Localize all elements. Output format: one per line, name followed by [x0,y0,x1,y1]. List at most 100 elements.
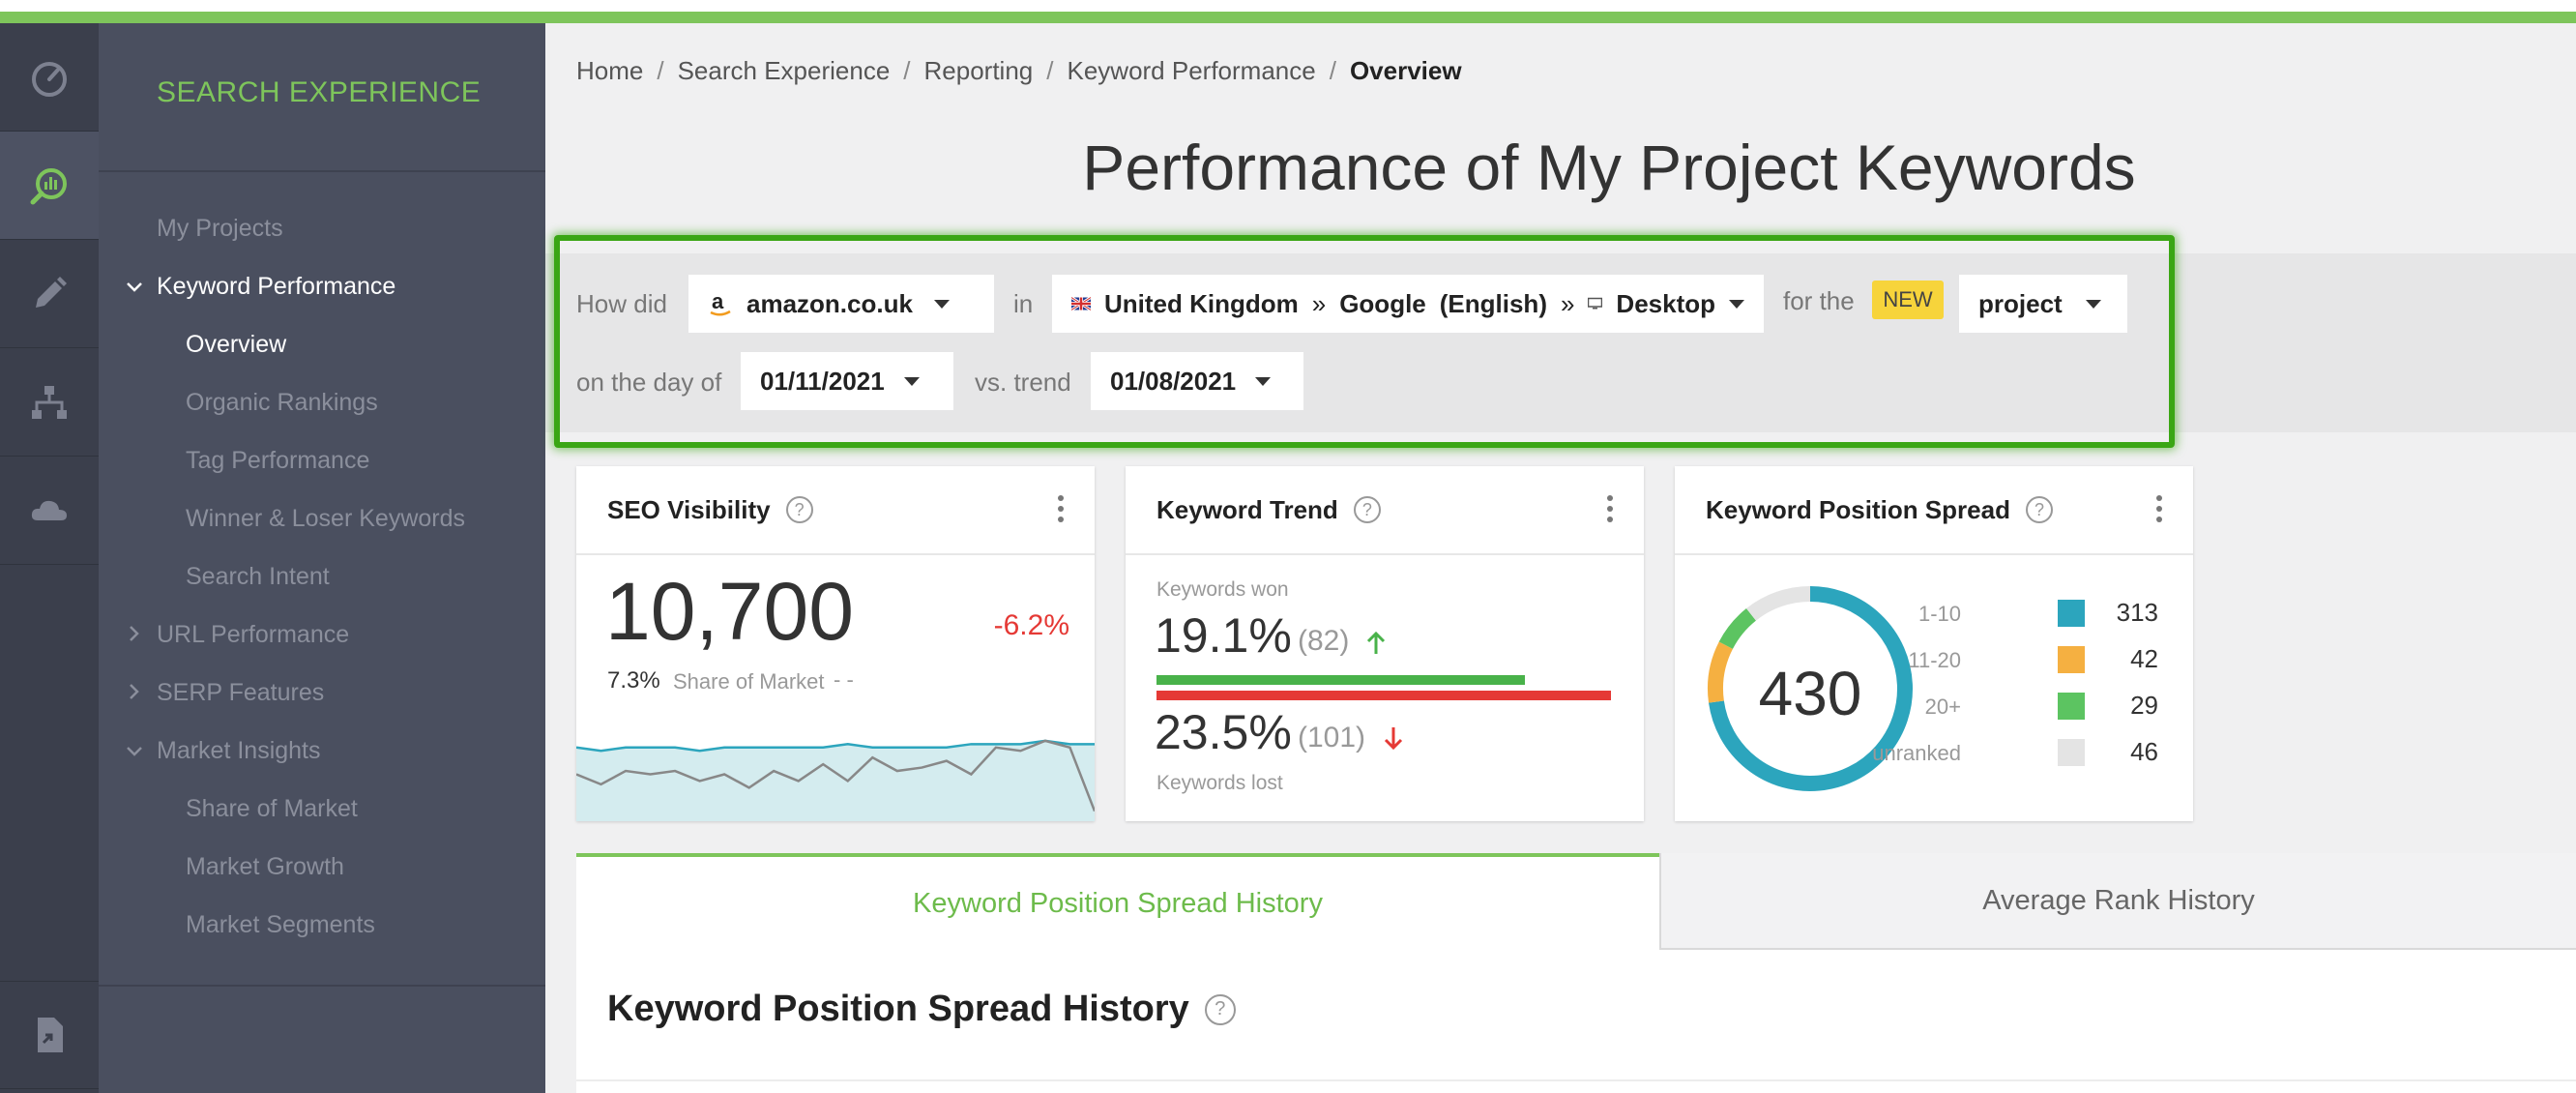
help-icon[interactable]: ? [785,496,813,523]
section-title: Keyword Position Spread History ? [607,989,1236,1030]
legend-swatch-1-10 [2058,600,2085,627]
more-menu-icon[interactable] [1607,495,1613,527]
help-icon[interactable]: ? [1353,496,1381,523]
help-icon[interactable]: ? [1204,993,1236,1025]
breadcrumb-keyword-performance[interactable]: Keyword Performance [1067,56,1315,86]
device-value: Desktop [1616,288,1715,318]
share-of-market-value: 7.3% [607,667,660,694]
keywords-won-bar [1156,675,1525,685]
keywords-lost-bar [1156,691,1611,700]
trend-date-select[interactable]: 01/08/2021 [1091,352,1303,410]
dashboard-gauge-icon[interactable] [0,23,99,132]
arrow-down-icon [1384,727,1403,751]
legend-value-20-plus: 29 [2130,691,2158,720]
caret-down-icon [933,299,950,309]
legend-swatch-20-plus [2058,693,2085,720]
date-value: 01/11/2021 [760,366,885,396]
scope-value: project [1978,288,2063,318]
share-of-market-label: Share of Market [673,669,825,694]
tab-average-rank-history[interactable]: Average Rank History [1659,853,2576,950]
keywords-lost-label: Keywords lost [1156,772,1283,794]
pencil-icon[interactable] [0,240,99,348]
more-menu-icon[interactable] [2156,495,2162,527]
domain-select[interactable]: a amazon.co.uk [688,275,994,333]
legend-value-unranked: 46 [2130,737,2158,766]
history-panel: Keyword Position Spread History Average … [576,853,2576,1093]
amazon-logo-icon: a [710,289,731,316]
chevron-right-icon[interactable] [124,681,145,702]
sidebar-item-serp-features[interactable]: SERP Features [157,679,324,707]
keywords-won-count: (82) [1298,625,1350,657]
donut-segment-unranked [1745,586,1811,621]
card-title: SEO Visibility [607,494,771,524]
date-select[interactable]: 01/11/2021 [741,352,953,410]
sidebar-item-overview[interactable]: Overview [186,331,286,359]
sitemap-icon[interactable] [0,348,99,457]
sidebar-item-tag-performance[interactable]: Tag Performance [186,447,369,475]
domain-value: amazon.co.uk [746,288,913,318]
caret-down-icon [2085,299,2101,309]
sidebar-item-my-projects[interactable]: My Projects [157,215,283,243]
breadcrumb-home[interactable]: Home [576,56,643,86]
cloud-icon[interactable] [0,457,99,565]
sidebar-item-market-segments[interactable]: Market Segments [186,911,375,939]
legend-value-1-10: 313 [2116,598,2158,627]
sidebar-item-url-performance[interactable]: URL Performance [157,621,349,649]
sidebar-item-keyword-performance[interactable]: Keyword Performance [157,273,395,301]
legend-swatch-11-20 [2058,646,2085,673]
filter-label-on-the-day-of: on the day of [576,368,722,397]
card-title: Keyword Position Spread [1706,494,2010,524]
chevron-down-icon[interactable] [124,741,145,762]
sidebar-item-search-intent[interactable]: Search Intent [186,563,330,591]
report-file-icon[interactable] [0,981,99,1089]
legend-label-20-plus: 20+ [1924,694,1961,719]
card-title: Keyword Trend [1156,494,1338,524]
caret-down-icon [903,376,920,386]
seo-visibility-change: -6.2% [993,609,1069,641]
section-divider [576,1079,2576,1081]
legend-swatch-unranked [2058,739,2085,766]
share-of-market-trend: - - [834,667,854,692]
market-select[interactable]: United Kingdom » Google (English) » Desk… [1052,275,1764,333]
keywords-won-label: Keywords won [1156,578,1289,601]
breadcrumb: Home / Search Experience / Reporting / Keyw… [576,56,1462,86]
sidebar-item-winner-loser-keywords[interactable]: Winner & Loser Keywords [186,505,465,533]
keywords-lost-pct: 23.5% [1155,705,1292,759]
breadcrumb-search-experience[interactable]: Search Experience [678,56,891,86]
legend-label-11-20: 11-20 [1908,648,1961,672]
nav-brand-title: SEARCH EXPERIENCE [157,76,482,108]
more-menu-icon[interactable] [1058,495,1064,527]
page-title: Performance of My Project Keywords [1082,132,2136,203]
filter-label-vs-trend: vs. trend [975,368,1071,397]
legend-value-11-20: 42 [2130,644,2158,673]
uk-flag-icon [1071,296,1091,311]
sidebar-item-market-insights[interactable]: Market Insights [157,737,321,765]
breadcrumb-reporting[interactable]: Reporting [924,56,1034,86]
position-spread-card: Keyword Position Spread ? 430 1-10 313 1… [1675,466,2193,821]
filter-label-for-the: for the [1783,286,1855,315]
scope-select[interactable]: project [1959,275,2127,333]
donut-segment-20-plus [1718,608,1757,650]
keywords-lost-count: (101) [1298,722,1366,753]
seo-visibility-sparkline [576,739,1095,821]
legend-label-1-10: 1-10 [1917,602,1961,626]
chevron-right-icon[interactable] [124,623,145,644]
chevron-down-icon[interactable] [124,277,145,298]
help-icon[interactable]: ? [2025,496,2053,523]
caret-down-icon [1255,376,1272,386]
trend-date-value: 01/08/2021 [1110,366,1237,396]
sidebar-item-share-of-market[interactable]: Share of Market [186,795,358,823]
breadcrumb-current: Overview [1349,56,1462,85]
filter-label-how-did: How did [576,289,667,318]
tab-keyword-position-spread-history[interactable]: Keyword Position Spread History [576,853,1659,950]
legend-label-unranked: unranked [1872,741,1961,765]
top-accent-bar [0,0,2576,23]
engine-value: Google [1339,288,1426,318]
sidebar-item-market-growth[interactable]: Market Growth [186,853,344,881]
arrow-up-icon [1366,631,1386,654]
keyword-trend-card: Keyword Trend ? Keywords won 19.1% (82) … [1126,466,1644,821]
language-value: (English) [1439,288,1547,318]
svg-text:a: a [712,289,724,313]
sidebar-item-organic-rankings[interactable]: Organic Rankings [186,389,378,417]
filter-label-in: in [1013,289,1034,318]
